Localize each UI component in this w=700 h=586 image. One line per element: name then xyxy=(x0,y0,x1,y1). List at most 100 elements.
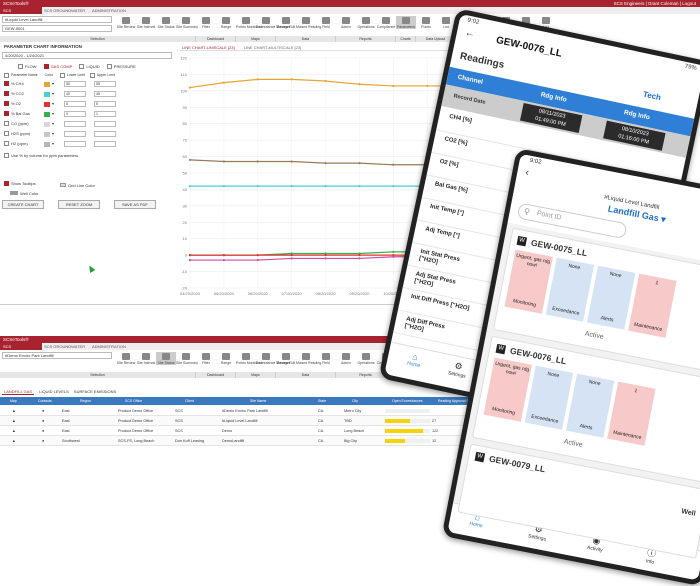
col-map[interactable]: Map xyxy=(10,397,17,405)
data-point[interactable] xyxy=(188,86,192,89)
phone1-tech-label[interactable]: Tech xyxy=(642,90,662,103)
toolbar-btn-missed-reading[interactable]: Missed Reading xyxy=(296,16,321,29)
data-point[interactable] xyxy=(324,257,327,260)
btm-toolbar-site-interval[interactable]: Site Interval xyxy=(136,352,156,365)
toolbar-btn-admin[interactable]: Admin xyxy=(336,16,356,29)
data-point[interactable] xyxy=(358,257,361,260)
tab-landfill-gas[interactable]: LANDFILL GAS xyxy=(2,389,35,395)
btm-toolbar-exceedance[interactable]: Exceedance Manager xyxy=(256,352,290,365)
toolbar-btn-exceedance-manager[interactable]: Exceedance Manager xyxy=(256,16,290,29)
phone1-nav-home[interactable]: ⌂ Home xyxy=(406,351,422,369)
data-point[interactable] xyxy=(222,81,225,84)
toolbar-btn-site-review[interactable]: Site Review xyxy=(116,16,136,29)
data-point[interactable] xyxy=(392,255,395,258)
data-point[interactable] xyxy=(358,185,361,188)
param-lower-limit[interactable] xyxy=(64,141,86,147)
bottom-menu-dataservices[interactable]: SCS DATASERVICES xyxy=(0,343,42,356)
data-point[interactable] xyxy=(222,258,225,262)
toolbar-btn-site-summary[interactable]: Site Summary xyxy=(176,16,198,29)
data-point[interactable] xyxy=(290,254,293,257)
btm-toolbar-range[interactable]: Range xyxy=(216,352,236,365)
user-info[interactable]: SCS Engineers | Grant Coleman | Logout xyxy=(614,0,696,7)
cell-site-name[interactable]: #Liquid Level Landfill xyxy=(222,416,257,426)
save-pdf-button[interactable]: SAVE AS PDF xyxy=(114,200,156,209)
param-checkbox[interactable] xyxy=(4,91,9,97)
toolbar-btn-filter[interactable]: Filter xyxy=(196,16,216,29)
param-color-swatch[interactable] xyxy=(44,111,50,117)
alerts-tile[interactable]: None Alerts xyxy=(586,265,636,330)
data-point[interactable] xyxy=(256,78,259,81)
param-upper-limit[interactable]: 1 xyxy=(94,111,116,117)
data-point[interactable] xyxy=(222,160,225,163)
param-checkbox[interactable] xyxy=(4,101,9,107)
data-point[interactable] xyxy=(392,84,395,88)
data-point[interactable] xyxy=(290,78,293,81)
param-checkbox[interactable] xyxy=(4,81,9,87)
tab-line-uniscale[interactable]: LINE CHART-UNISCALE [23] xyxy=(180,45,237,50)
param-color-swatch[interactable] xyxy=(44,141,50,147)
col-state[interactable]: State xyxy=(318,397,326,405)
cell-site-name[interactable]: Demo xyxy=(222,426,232,436)
cell-site-name[interactable]: DemoLandfill xyxy=(222,436,244,446)
well-color[interactable]: Well Color xyxy=(10,190,38,197)
btm-toolbar-operations[interactable]: Operations xyxy=(356,352,376,365)
table-row[interactable]: ▲ ● Southwest SCS-FS, Long Beach Don Koff Le… xyxy=(0,436,520,446)
tab-liquid-levels[interactable]: LIQUID LEVELS xyxy=(39,389,69,394)
param-color-swatch[interactable] xyxy=(44,91,50,97)
col-client[interactable]: Client xyxy=(185,397,194,405)
toolbar-btn-points[interactable]: Points xyxy=(416,16,436,29)
data-point[interactable] xyxy=(324,185,327,188)
data-point[interactable] xyxy=(358,83,361,86)
menu-dataservices[interactable]: SCS DATASERVICES xyxy=(0,7,42,20)
menu-administration[interactable]: ADMINISTRATION xyxy=(92,7,126,14)
param-upper-limit[interactable] xyxy=(94,141,116,147)
tab-surface-emissions[interactable]: SURFACE EMISSIONS xyxy=(74,389,116,394)
toolbar-btn-operations[interactable]: Operations xyxy=(356,16,376,29)
contacts-icon[interactable]: ● xyxy=(42,416,44,426)
col-site-name[interactable]: Site Name xyxy=(250,397,266,405)
data-point[interactable] xyxy=(188,254,192,257)
data-point[interactable] xyxy=(222,185,225,188)
param-color-swatch[interactable] xyxy=(44,131,50,137)
btm-toolbar-site-review[interactable]: Site Review xyxy=(116,352,136,365)
chevron-left-icon[interactable]: ‹ xyxy=(524,167,529,178)
btm-toolbar-filter[interactable]: Filter xyxy=(196,352,216,365)
toolbar-btn-site-interval[interactable]: Site Interval xyxy=(136,16,156,29)
col-contacts[interactable]: Contacts xyxy=(38,397,52,405)
data-point[interactable] xyxy=(222,254,225,257)
data-point[interactable] xyxy=(290,257,293,260)
data-point[interactable] xyxy=(392,185,395,188)
type-tab-liquid[interactable]: LIQUID xyxy=(79,64,100,70)
data-point[interactable] xyxy=(256,258,259,262)
toolbar-btn-site-status[interactable]: Site Status xyxy=(156,16,176,29)
ppm-note[interactable]: Use % by volume for ppm parameters xyxy=(4,152,78,159)
map-pin-icon[interactable]: ▲ xyxy=(12,426,16,436)
param-checkbox[interactable] xyxy=(4,141,9,147)
col-open-exc[interactable]: Open Exceedances xyxy=(392,397,423,405)
param-lower-limit[interactable] xyxy=(64,131,86,137)
data-point[interactable] xyxy=(256,254,259,257)
contacts-icon[interactable]: ● xyxy=(42,406,44,416)
cell-site-name[interactable]: #Demo Enviro Park Landfill xyxy=(222,406,268,416)
btm-toolbar-field[interactable]: Field xyxy=(316,352,336,365)
data-point[interactable] xyxy=(392,163,395,166)
data-point[interactable] xyxy=(392,250,395,253)
data-point[interactable] xyxy=(188,158,192,161)
data-point[interactable] xyxy=(324,254,327,257)
bottom-menu-groundwater[interactable]: SCS GROUNDWATER xyxy=(44,343,85,350)
exceedance-tile[interactable]: None Exceedance xyxy=(545,257,595,322)
point-select[interactable]: GEW-0001 xyxy=(2,25,112,32)
table-row[interactable]: ▲ ● East Product Demo Office SCS #Liquid Leve… xyxy=(0,416,520,426)
contacts-icon[interactable]: ● xyxy=(42,436,44,446)
type-tab-flow[interactable]: FLOW xyxy=(18,64,37,70)
param-lower-limit[interactable]: 0 xyxy=(64,101,86,107)
param-lower-limit[interactable]: 50 xyxy=(64,81,86,87)
monitoring-tile[interactable]: Urgent, gas rdg now! Monitoring xyxy=(504,249,553,314)
data-point[interactable] xyxy=(188,258,192,262)
bottom-menu-administration[interactable]: ADMINISTRATION xyxy=(92,343,126,350)
param-checkbox[interactable] xyxy=(4,121,9,127)
toolbar-btn-review-edit[interactable]: Review Edit xyxy=(276,16,296,29)
param-lower-limit[interactable] xyxy=(64,121,86,127)
data-point[interactable] xyxy=(426,84,429,88)
table-row[interactable]: ▲ ● East Product Demo Office SCS #Demo Enviro… xyxy=(0,406,520,416)
